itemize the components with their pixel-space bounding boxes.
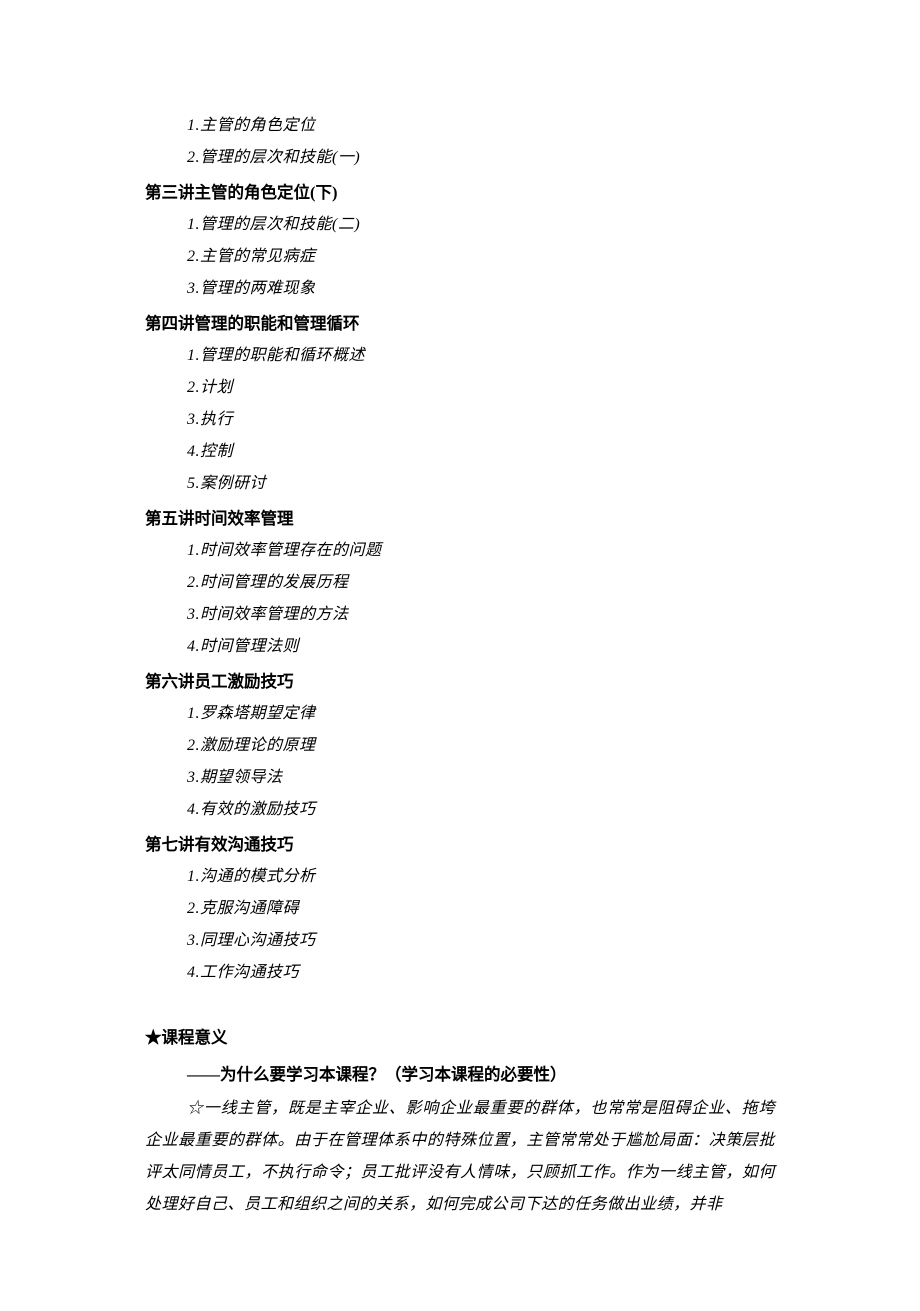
- list-item: 2.管理的层次和技能(一): [145, 142, 775, 174]
- list-item: 1.时间效率管理存在的问题: [145, 535, 775, 567]
- list-item: 1.主管的角色定位: [145, 110, 775, 142]
- section-heading: 第四讲管理的职能和管理循环: [145, 307, 775, 340]
- list-item: 4.工作沟通技巧: [145, 957, 775, 989]
- list-item: 3.执行: [145, 404, 775, 436]
- list-item: 3.管理的两难现象: [145, 273, 775, 305]
- section-heading: 第三讲主管的角色定位(下): [145, 176, 775, 209]
- list-item: 5.案例研讨: [145, 468, 775, 500]
- course-meaning-heading: ★课程意义: [145, 1021, 775, 1054]
- list-item: 3.同理心沟通技巧: [145, 925, 775, 957]
- document-content: 1.主管的角色定位 2.管理的层次和技能(一) 第三讲主管的角色定位(下) 1.…: [145, 110, 775, 1221]
- section-heading: 第六讲员工激励技巧: [145, 665, 775, 698]
- list-item: 4.有效的激励技巧: [145, 794, 775, 826]
- list-item: 1.罗森塔期望定律: [145, 698, 775, 730]
- list-item: 2.时间管理的发展历程: [145, 567, 775, 599]
- list-item: 2.激励理论的原理: [145, 730, 775, 762]
- list-item: 1.沟通的模式分析: [145, 861, 775, 893]
- list-item: 3.期望领导法: [145, 762, 775, 794]
- section-heading: 第七讲有效沟通技巧: [145, 828, 775, 861]
- list-item: 2.克服沟通障碍: [145, 893, 775, 925]
- list-item: 4.时间管理法则: [145, 631, 775, 663]
- course-meaning-paragraph: ☆一线主管，既是主宰企业、影响企业最重要的群体，也常常是阻碍企业、拖垮企业最重要…: [145, 1093, 775, 1221]
- list-item: 1.管理的层次和技能(二): [145, 209, 775, 241]
- list-item: 1.管理的职能和循环概述: [145, 340, 775, 372]
- list-item: 3.时间效率管理的方法: [145, 599, 775, 631]
- list-item: 2.计划: [145, 372, 775, 404]
- course-meaning-subheading: ——为什么要学习本课程？（学习本课程的必要性）: [145, 1058, 775, 1091]
- list-item: 2.主管的常见病症: [145, 241, 775, 273]
- list-item: 4.控制: [145, 436, 775, 468]
- section-heading: 第五讲时间效率管理: [145, 502, 775, 535]
